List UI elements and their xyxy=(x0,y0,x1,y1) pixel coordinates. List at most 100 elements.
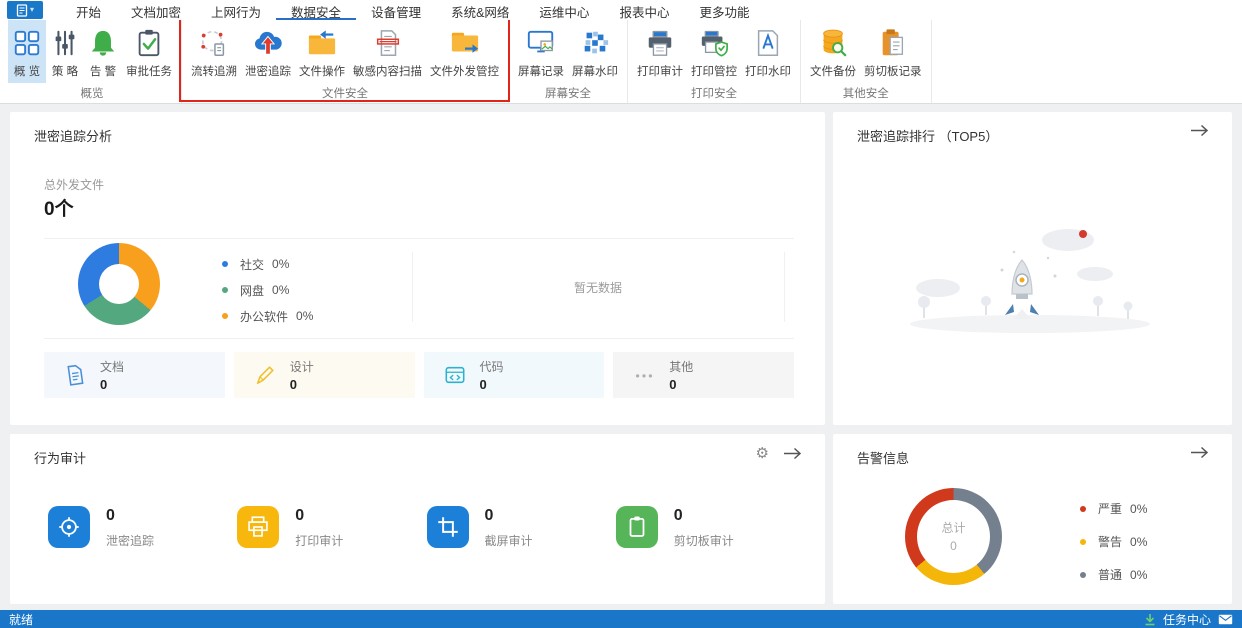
ribbon-item-clipboard-record[interactable]: 剪切板记录 xyxy=(860,20,926,83)
stat-card-other: 其他 0 xyxy=(613,352,794,398)
channel-donut-chart xyxy=(78,243,160,325)
ribbon-item-file-operation[interactable]: 文件操作 xyxy=(295,20,349,83)
alert-legend: 严重 0% 警告 0% 普通 0% xyxy=(1080,492,1147,591)
ribbon-item-leak-trace[interactable]: 泄密追踪 xyxy=(241,20,295,83)
document-scan-icon xyxy=(376,30,399,56)
grid-overview-icon xyxy=(14,30,40,56)
printer-icon xyxy=(648,30,672,56)
legend-label: 严重 xyxy=(1098,502,1123,516)
audit-label: 打印审计 xyxy=(295,534,344,548)
ribbon-item-label: 文件操作 xyxy=(299,66,345,78)
menu-tabs: 开始 文档加密 上网行为 数据安全 设备管理 系统&网络 运维中心 报表中心 更… xyxy=(61,0,764,20)
mosaic-watermark-icon xyxy=(584,31,609,54)
audit-icon-box xyxy=(426,506,469,548)
tab-data-security[interactable]: 数据安全 xyxy=(276,0,357,20)
tab-report-center[interactable]: 报表中心 xyxy=(604,0,684,20)
folder-return-icon xyxy=(308,30,336,55)
empty-state-rocket-illustration xyxy=(910,229,1150,333)
ribbon-item-label: 屏幕水印 xyxy=(572,66,618,78)
gear-icon[interactable]: ⚙ xyxy=(756,446,769,461)
app-logo-icon xyxy=(16,3,28,17)
ribbon-item-file-export-control[interactable]: 文件外发管控 xyxy=(426,20,503,83)
audit-value: 0 xyxy=(106,507,115,524)
channel-legend: 社交 0% 网盘 0% 办公软件 0% xyxy=(222,251,313,329)
cycle-trace-icon xyxy=(201,30,225,56)
ribbon-item-alert[interactable]: 告 警 xyxy=(84,20,122,83)
audit-item-print-audit: 0 打印审计 xyxy=(237,506,426,549)
leak-trace-analysis-panel: 泄密追踪分析 总外发文件 0个 社交 0% 网盘 0% 办公软件 0% 暂无数据… xyxy=(10,112,825,425)
clipboard-check-icon xyxy=(138,29,160,57)
stat-card-design: 设计 0 xyxy=(233,352,415,398)
legend-dot xyxy=(222,261,228,267)
ribbon-group-label: 概览 xyxy=(80,88,104,100)
audit-icon-box xyxy=(615,506,658,548)
ribbon-item-screen-watermark[interactable]: 屏幕水印 xyxy=(568,20,622,83)
mail-icon[interactable] xyxy=(1218,614,1233,625)
ribbon-group-label: 屏幕安全 xyxy=(545,88,591,100)
folder-export-icon xyxy=(451,32,478,53)
donut-hole: 总计 0 xyxy=(917,500,990,573)
tab-device-management[interactable]: 设备管理 xyxy=(356,0,436,20)
total-files-value: 0个 xyxy=(44,199,74,220)
pencil-icon xyxy=(256,366,274,385)
ribbon-item-overview[interactable]: 概 览 xyxy=(8,20,46,83)
audit-label: 泄密追踪 xyxy=(106,534,155,548)
app-menu-button[interactable]: ▾ xyxy=(7,1,43,19)
ribbon-item-label: 策 略 xyxy=(51,66,79,78)
monitor-record-icon xyxy=(527,30,554,53)
ribbon-item-print-control[interactable]: 打印管控 xyxy=(687,20,741,83)
panel-title: 泄密追踪排行 （TOP5） xyxy=(857,129,999,144)
stat-card-code: 代码 0 xyxy=(423,352,605,398)
ribbon-item-flow-trace[interactable]: 流转追溯 xyxy=(187,20,241,83)
task-center-button[interactable]: 任务中心 xyxy=(1163,611,1211,628)
divider xyxy=(784,252,785,322)
stat-value: 0 xyxy=(289,377,297,392)
download-icon[interactable] xyxy=(1144,613,1156,626)
printer-icon xyxy=(248,516,268,537)
ribbon-group-label: 打印安全 xyxy=(691,88,737,100)
audit-item-screenshot-audit: 0 截屏审计 xyxy=(426,506,616,549)
title-bar: ▾ 开始 文档加密 上网行为 数据安全 设备管理 系统&网络 运维中心 报表中心… xyxy=(0,0,1242,20)
arrow-right-icon[interactable] xyxy=(783,447,803,460)
ellipsis-icon xyxy=(636,374,653,378)
bell-icon xyxy=(91,30,115,56)
legend-dot xyxy=(222,313,228,319)
clipboard-record-icon xyxy=(882,29,903,56)
status-bar: 就绪 任务中心 xyxy=(0,610,1242,628)
stat-value: 0 xyxy=(100,377,108,392)
tab-more-functions[interactable]: 更多功能 xyxy=(684,0,764,20)
legend-dot xyxy=(1080,505,1086,512)
ribbon-group-file-security: 流转追溯 泄密追踪 文件操作 敏感内容扫描 文件外发管控 文件安全 xyxy=(179,17,510,103)
legend-item-netdisk: 网盘 0% xyxy=(222,277,313,303)
tab-start[interactable]: 开始 xyxy=(61,0,116,20)
ribbon-item-print-audit[interactable]: 打印审计 xyxy=(633,20,687,83)
alert-donut-chart: 总计 0 xyxy=(905,488,1002,585)
tab-system-network[interactable]: 系统&网络 xyxy=(436,0,524,20)
ribbon-item-sensitive-scan[interactable]: 敏感内容扫描 xyxy=(349,20,426,83)
ribbon-item-label: 打印审计 xyxy=(637,66,683,78)
audit-icon-box xyxy=(237,506,280,548)
legend-item-critical: 严重 0% xyxy=(1080,492,1147,525)
ribbon-item-approval-tasks[interactable]: 审批任务 xyxy=(122,20,176,83)
audit-icon-box xyxy=(48,506,90,548)
ribbon-group-label: 其他安全 xyxy=(842,88,889,100)
ribbon-item-label: 文件备份 xyxy=(810,66,856,78)
ribbon-toolbar: 概 览 策 略 告 警 审批任务 概览 流转追溯 泄密追踪 文件操作 敏感内容扫… xyxy=(0,17,1242,104)
tab-web-behavior[interactable]: 上网行为 xyxy=(196,0,276,20)
ribbon-item-label: 泄密追踪 xyxy=(245,66,291,78)
ribbon-item-policy[interactable]: 策 略 xyxy=(46,20,84,83)
legend-item-warning: 警告 0% xyxy=(1080,525,1147,558)
tab-ops-center[interactable]: 运维中心 xyxy=(524,0,604,20)
arrow-right-icon[interactable] xyxy=(1190,124,1210,137)
ribbon-item-file-backup[interactable]: 文件备份 xyxy=(806,20,860,83)
arrow-right-icon[interactable] xyxy=(1190,446,1210,459)
legend-dot xyxy=(222,287,228,293)
ribbon-item-print-watermark[interactable]: 打印水印 xyxy=(741,20,795,83)
ribbon-item-screen-record[interactable]: 屏幕记录 xyxy=(514,20,568,83)
ribbon-item-label: 审批任务 xyxy=(126,66,172,78)
legend-value: 0% xyxy=(272,283,290,297)
legend-value: 0% xyxy=(1130,501,1148,516)
audit-value: 0 xyxy=(673,507,683,524)
ribbon-item-label: 剪切板记录 xyxy=(864,66,922,78)
tab-doc-encryption[interactable]: 文档加密 xyxy=(116,0,196,20)
